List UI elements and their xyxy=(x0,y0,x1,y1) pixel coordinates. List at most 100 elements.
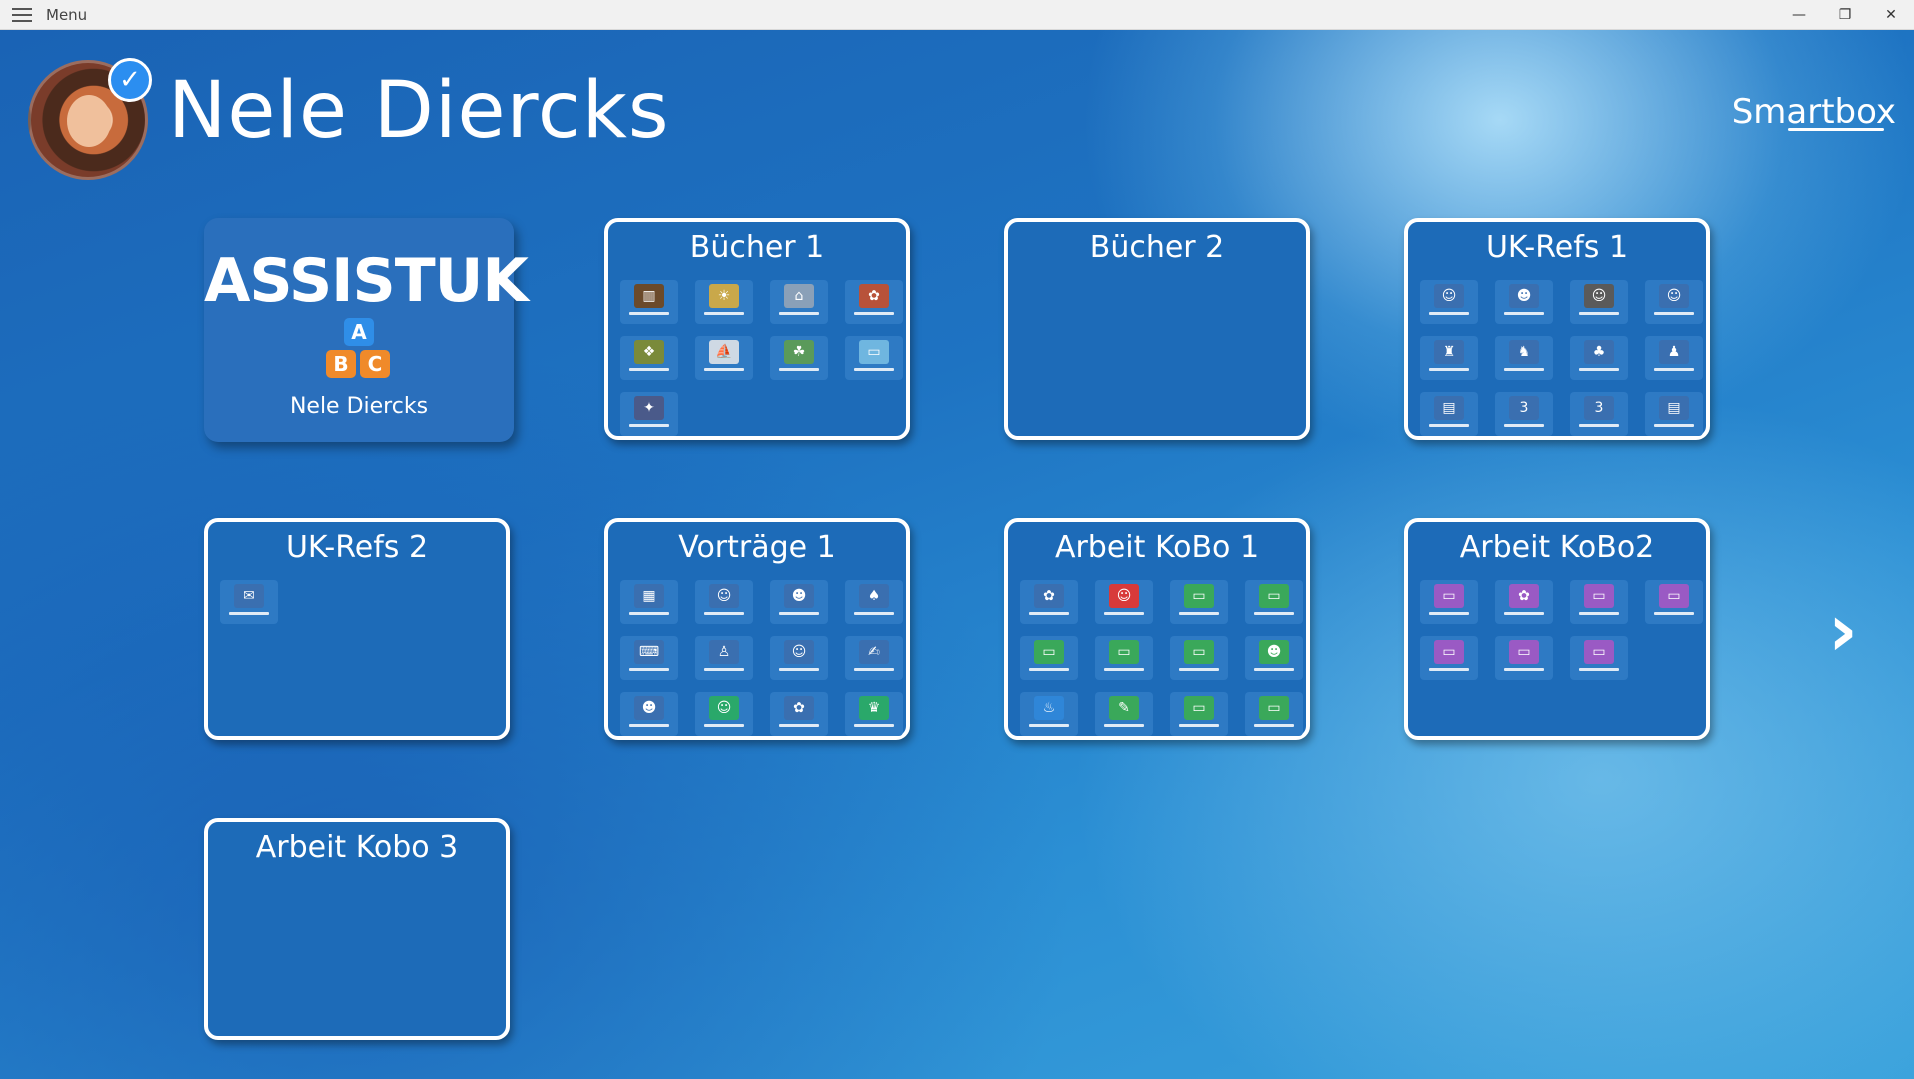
block-b: B xyxy=(326,350,356,378)
symbol-icon: ▭ xyxy=(859,340,889,364)
symbol-thumbnail: ▭ xyxy=(1570,580,1628,624)
symbol-icon: ▤ xyxy=(1434,396,1464,420)
symbol-caption xyxy=(779,312,819,315)
symbol-icon: ☺ xyxy=(1434,284,1464,308)
avatar-face xyxy=(67,95,111,147)
symbol-caption xyxy=(779,368,819,371)
symbol-caption xyxy=(1429,668,1469,671)
assistuk-tile[interactable]: ASSISTUK A B C Nele Diercks xyxy=(204,218,529,442)
symbol-icon: ▭ xyxy=(1584,584,1614,608)
menu-label[interactable]: Menu xyxy=(46,6,87,24)
symbol-thumbnail: ▭ xyxy=(1645,580,1703,624)
symbol-icon: ☻ xyxy=(784,584,814,608)
next-page-arrow-icon[interactable]: › xyxy=(1818,594,1868,666)
symbol-icon: ▭ xyxy=(1434,640,1464,664)
symbol-caption xyxy=(1654,612,1694,615)
symbol-thumbnail: ⌨ xyxy=(620,636,678,680)
symbol-thumbnail: ✿ xyxy=(1495,580,1553,624)
symbol-icon: ♜ xyxy=(1434,340,1464,364)
tile-thumbnail-grid: ☺ ☻ ☺ ☺ ♜ ♞ ♣ ♟ ▤ 3 3 ▤ xyxy=(1420,280,1703,436)
symbol-thumbnail: ▭ xyxy=(1095,636,1153,680)
symbol-thumbnail: ✿ xyxy=(1020,580,1078,624)
symbol-caption xyxy=(1104,668,1144,671)
symbol-caption xyxy=(704,312,744,315)
symbol-caption xyxy=(1429,368,1469,371)
symbol-icon: ♛ xyxy=(859,696,889,720)
checkmark-icon: ✓ xyxy=(108,58,152,102)
abc-blocks-icon: A B C xyxy=(326,318,392,380)
symbol-thumbnail: ▥ xyxy=(620,280,678,324)
symbol-thumbnail: ♜ xyxy=(1420,336,1478,380)
tile-arbeit-kobo2[interactable]: Arbeit KoBo2 ▭ ✿ ▭ ▭ ▭ ▭ ▭ xyxy=(1404,518,1710,740)
symbol-thumbnail: ♣ xyxy=(1570,336,1628,380)
symbol-icon: ▭ xyxy=(1109,640,1139,664)
symbol-thumbnail: ☺ xyxy=(1570,280,1628,324)
symbol-caption xyxy=(629,424,669,427)
symbol-thumbnail: ▦ xyxy=(620,580,678,624)
symbol-thumbnail: ☺ xyxy=(695,692,753,736)
tile-thumbnail-grid: ✉ xyxy=(220,580,500,624)
symbol-caption xyxy=(1254,668,1294,671)
symbol-icon: ▭ xyxy=(1034,640,1064,664)
window-controls: — ❐ ✕ xyxy=(1776,0,1914,30)
symbol-caption xyxy=(229,612,269,615)
symbol-icon: ♞ xyxy=(1509,340,1539,364)
symbol-thumbnail: ▭ xyxy=(1420,580,1478,624)
tile-arbeit-kobo-3[interactable]: Arbeit Kobo 3 xyxy=(204,818,510,1040)
tile-title: Bücher 1 xyxy=(689,230,825,265)
symbol-thumbnail: ▭ xyxy=(1170,692,1228,736)
symbol-caption xyxy=(854,668,894,671)
symbol-thumbnail: ▭ xyxy=(1170,636,1228,680)
symbol-thumbnail: ☺ xyxy=(770,636,828,680)
symbol-icon: ▭ xyxy=(1434,584,1464,608)
symbol-icon: ♙ xyxy=(709,640,739,664)
tile-buecher-2[interactable]: Bücher 2 xyxy=(1004,218,1310,440)
tile-thumbnail-grid: ▦ ☺ ☻ ♠ ⌨ ♙ ☺ ✍ ☻ ☺ ✿ ♛ xyxy=(620,580,903,736)
symbol-icon: ☺ xyxy=(784,640,814,664)
tile-vortraege-1[interactable]: Vorträge 1 ▦ ☺ ☻ ♠ ⌨ ♙ ☺ ✍ ☻ ☺ ✿ ♛ xyxy=(604,518,910,740)
symbol-caption xyxy=(1579,424,1619,427)
symbol-caption xyxy=(1029,724,1069,727)
symbol-icon: ☀ xyxy=(709,284,739,308)
close-button[interactable]: ✕ xyxy=(1868,0,1914,30)
tile-buecher-1[interactable]: Bücher 1 ▥ ☀ ⌂ ✿ ❖ ⛵ ☘ ▭ ✦ xyxy=(604,218,910,440)
symbol-caption xyxy=(1504,424,1544,427)
symbol-caption xyxy=(704,368,744,371)
symbol-thumbnail: ✦ xyxy=(620,392,678,436)
symbol-icon: ▭ xyxy=(1509,640,1539,664)
assistuk-logo: ASSISTUK xyxy=(204,246,529,316)
minimize-button[interactable]: — xyxy=(1776,0,1822,30)
block-a: A xyxy=(344,318,374,346)
symbol-icon: ▭ xyxy=(1259,584,1289,608)
symbol-icon: ▭ xyxy=(1584,640,1614,664)
menu-icon[interactable] xyxy=(12,7,32,22)
symbol-thumbnail: ▭ xyxy=(1420,636,1478,680)
tile-uk-refs-2[interactable]: UK-Refs 2 ✉ xyxy=(204,518,510,740)
symbol-thumbnail: ♠ xyxy=(845,580,903,624)
symbol-caption xyxy=(629,368,669,371)
symbol-thumbnail: ❖ xyxy=(620,336,678,380)
tile-title: Bücher 2 xyxy=(1089,230,1225,265)
symbol-caption xyxy=(1429,612,1469,615)
symbol-icon: ☺ xyxy=(709,584,739,608)
symbol-icon: ✦ xyxy=(634,396,664,420)
symbol-icon: ▭ xyxy=(1259,696,1289,720)
symbol-icon: ☘ xyxy=(784,340,814,364)
symbol-caption xyxy=(1504,312,1544,315)
symbol-caption xyxy=(1504,368,1544,371)
symbol-thumbnail: 3 xyxy=(1495,392,1553,436)
restore-button[interactable]: ❐ xyxy=(1822,0,1868,30)
symbol-icon: ♣ xyxy=(1584,340,1614,364)
tile-arbeit-kobo-1[interactable]: Arbeit KoBo 1 ✿ ☺ ▭ ▭ ▭ ▭ ▭ ☻ ♨ ✎ ▭ ▭ xyxy=(1004,518,1310,740)
symbol-icon: ☺ xyxy=(709,696,739,720)
symbol-thumbnail: ▭ xyxy=(1245,692,1303,736)
assistuk-tile-label: Nele Diercks xyxy=(289,394,429,419)
symbol-caption xyxy=(704,724,744,727)
symbol-icon: ⌂ xyxy=(784,284,814,308)
symbol-thumbnail: ▭ xyxy=(1170,580,1228,624)
symbol-caption xyxy=(1654,312,1694,315)
symbol-icon: ♨ xyxy=(1034,696,1064,720)
tile-uk-refs-1[interactable]: UK-Refs 1 ☺ ☻ ☺ ☺ ♜ ♞ ♣ ♟ ▤ 3 3 ▤ xyxy=(1404,218,1710,440)
symbol-caption xyxy=(1429,312,1469,315)
symbol-caption xyxy=(704,612,744,615)
